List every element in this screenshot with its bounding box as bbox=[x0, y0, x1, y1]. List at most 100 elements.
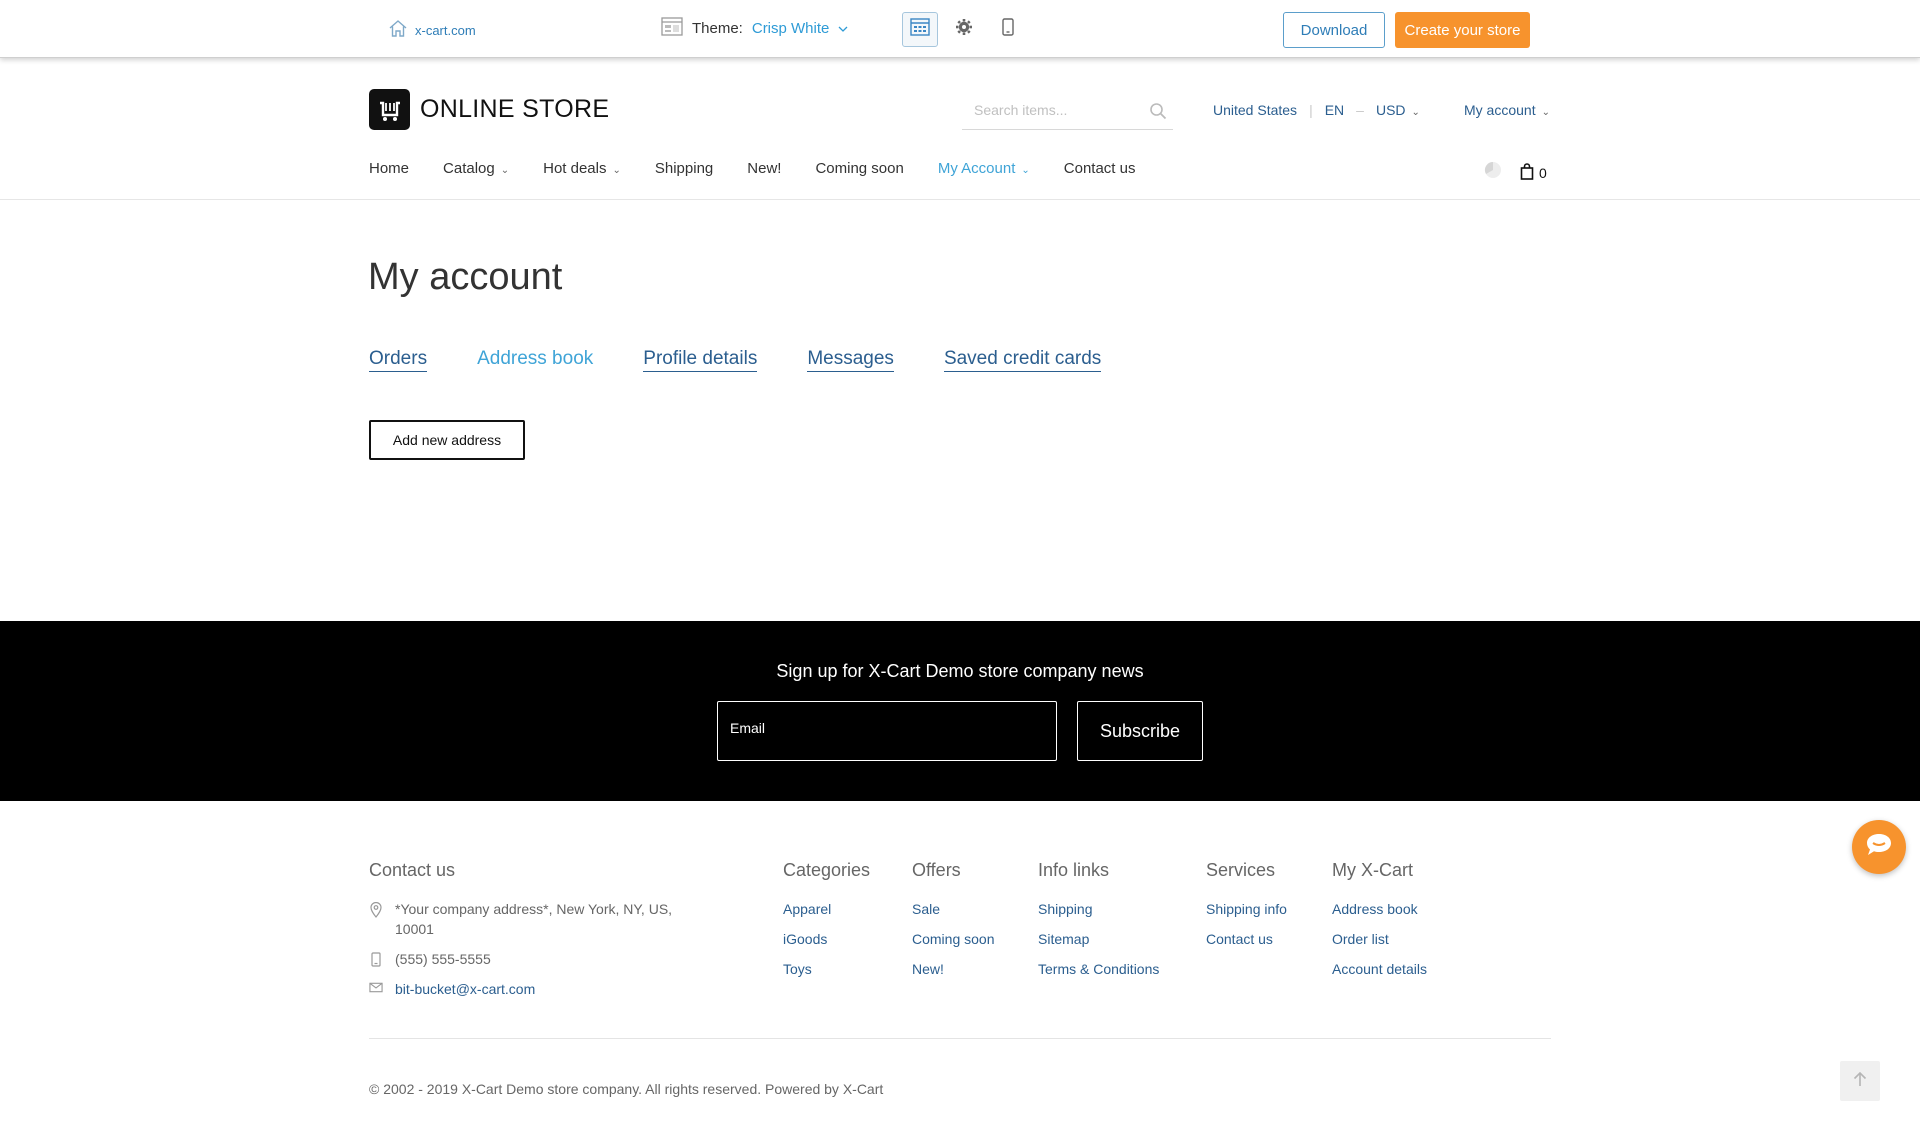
copyright-text: © 2002 - 2019 X-Cart Demo store company.… bbox=[369, 1081, 884, 1097]
home-link-label: x-cart.com bbox=[415, 22, 476, 38]
cart-count: 0 bbox=[1539, 164, 1547, 181]
contact-email: bit-bucket@x-cart.com bbox=[369, 979, 535, 999]
my-account-dropdown[interactable]: My account ⌄ bbox=[1464, 102, 1550, 118]
currency-value: USD bbox=[1375, 102, 1406, 118]
theme-icon bbox=[661, 17, 683, 40]
footer-link-shipping[interactable]: Shipping bbox=[1038, 901, 1093, 917]
tab-profile-details[interactable]: Profile details bbox=[643, 348, 758, 372]
header-divider bbox=[0, 199, 1920, 200]
nav-home[interactable]: Home bbox=[369, 160, 409, 177]
search-input[interactable] bbox=[962, 96, 1142, 124]
search-box bbox=[962, 96, 1173, 130]
nav-shipping[interactable]: Shipping bbox=[655, 160, 713, 177]
account-tabs: Orders Address book Profile details Mess… bbox=[369, 348, 1102, 372]
chevron-down-icon: ⌄ bbox=[1541, 107, 1550, 118]
country-selector[interactable]: United States bbox=[1213, 102, 1297, 118]
footer-link-sale[interactable]: Sale bbox=[912, 901, 940, 917]
divider: | bbox=[1309, 102, 1313, 118]
add-new-address-button[interactable]: Add new address bbox=[369, 420, 525, 460]
xcart-home-link[interactable]: x-cart.com bbox=[389, 20, 476, 40]
address-line-1: *Your company address*, New York, NY, US… bbox=[395, 901, 673, 917]
nav-contact-us[interactable]: Contact us bbox=[1064, 160, 1136, 177]
email-link[interactable]: bit-bucket@x-cart.com bbox=[395, 979, 535, 999]
newsletter-email-field[interactable]: Email bbox=[717, 701, 1057, 761]
nav-new[interactable]: New! bbox=[747, 160, 781, 177]
language-selector[interactable]: EN bbox=[1325, 102, 1344, 118]
footer-link-shipping-info[interactable]: Shipping info bbox=[1206, 901, 1287, 917]
download-button[interactable]: Download bbox=[1283, 12, 1385, 48]
footer-link-igoods[interactable]: iGoods bbox=[783, 931, 827, 947]
theme-value: Crisp White bbox=[751, 20, 830, 37]
cart-logo-icon bbox=[369, 89, 410, 130]
cart-button[interactable]: 0 bbox=[1520, 162, 1547, 183]
location-pin-icon bbox=[369, 899, 383, 918]
footer-link-order-list[interactable]: Order list bbox=[1332, 931, 1389, 947]
newsletter-title: Sign up for X-Cart Demo store company ne… bbox=[776, 661, 1144, 681]
nav-catalog-label: Catalog bbox=[443, 160, 495, 177]
mobile-view-button[interactable] bbox=[990, 12, 1026, 47]
home-icon bbox=[389, 20, 407, 40]
tab-address-book[interactable]: Address book bbox=[477, 348, 593, 372]
chevron-down-icon: ⌄ bbox=[1021, 165, 1030, 176]
address-text: *Your company address*, New York, NY, US… bbox=[395, 899, 672, 939]
footer-link-coming-soon[interactable]: Coming soon bbox=[912, 931, 995, 947]
currency-selector[interactable]: USD ⌄ bbox=[1376, 102, 1420, 118]
footer-link-toys[interactable]: Toys bbox=[783, 961, 812, 977]
header-actions: 0 bbox=[1484, 161, 1547, 184]
theme-label: Theme: bbox=[692, 20, 743, 37]
phone-icon bbox=[369, 949, 383, 967]
address-line-2: 10001 bbox=[395, 921, 434, 937]
footer-link-new[interactable]: New! bbox=[912, 961, 944, 977]
nav-my-account-label: My Account bbox=[937, 160, 1016, 177]
footer-link-contact-us[interactable]: Contact us bbox=[1206, 931, 1273, 947]
subscribe-button[interactable]: Subscribe bbox=[1077, 701, 1203, 761]
phone-text: (555) 555-5555 bbox=[395, 951, 491, 967]
chevron-down-icon: ⌄ bbox=[1411, 107, 1420, 118]
layout-view-button[interactable] bbox=[902, 12, 938, 47]
back-to-top-button[interactable] bbox=[1840, 1061, 1880, 1101]
loading-spinner-icon bbox=[1484, 161, 1502, 184]
main-navigation: Home Catalog ⌄ Hot deals ⌄ Shipping New! C… bbox=[369, 160, 1170, 177]
contact-address: *Your company address*, New York, NY, US… bbox=[369, 899, 672, 939]
footer-my-xcart-title: My X-Cart bbox=[1332, 860, 1413, 880]
logo-text: ONLINE STORE bbox=[420, 95, 610, 123]
layout-icon bbox=[910, 18, 930, 41]
locale-selector: United States | EN – USD ⌄ bbox=[1213, 102, 1420, 118]
nav-coming-soon[interactable]: Coming soon bbox=[815, 160, 903, 177]
page-title: My account bbox=[368, 256, 563, 298]
footer-link-terms[interactable]: Terms & Conditions bbox=[1038, 961, 1159, 977]
footer-offers-title: Offers bbox=[912, 860, 961, 880]
footer-link-sitemap[interactable]: Sitemap bbox=[1038, 931, 1089, 947]
footer-info-links-title: Info links bbox=[1038, 860, 1110, 880]
contact-phone: (555) 555-5555 bbox=[369, 949, 491, 969]
envelope-icon bbox=[369, 979, 383, 993]
nav-catalog[interactable]: Catalog ⌄ bbox=[443, 160, 509, 177]
view-tools bbox=[902, 12, 1026, 47]
settings-button[interactable] bbox=[946, 12, 982, 47]
divider: – bbox=[1356, 102, 1364, 118]
theme-selector[interactable]: Theme: Crisp White bbox=[661, 17, 848, 40]
footer-services-title: Services bbox=[1206, 860, 1276, 880]
nav-hot-deals[interactable]: Hot deals ⌄ bbox=[543, 160, 621, 177]
nav-my-account[interactable]: My Account ⌄ bbox=[938, 160, 1030, 177]
demo-toolbar: x-cart.com Theme: Crisp White Download C… bbox=[0, 0, 1920, 58]
footer-divider bbox=[369, 1038, 1551, 1039]
footer-contact-title: Contact us bbox=[369, 860, 456, 880]
footer-link-account-details[interactable]: Account details bbox=[1332, 961, 1427, 977]
create-store-button[interactable]: Create your store bbox=[1395, 12, 1530, 48]
tab-messages[interactable]: Messages bbox=[807, 348, 894, 372]
search-icon[interactable] bbox=[1149, 102, 1167, 125]
footer-link-address-book[interactable]: Address book bbox=[1332, 901, 1418, 917]
chevron-down-icon bbox=[838, 20, 848, 37]
store-logo[interactable]: ONLINE STORE bbox=[369, 89, 609, 130]
tab-orders[interactable]: Orders bbox=[369, 348, 428, 372]
footer-link-apparel[interactable]: Apparel bbox=[783, 901, 831, 917]
my-account-label: My account bbox=[1464, 102, 1536, 118]
mobile-icon bbox=[1002, 18, 1014, 41]
shopping-bag-icon bbox=[1520, 162, 1534, 183]
chevron-down-icon: ⌄ bbox=[612, 165, 621, 176]
live-chat-button[interactable] bbox=[1852, 820, 1906, 874]
tab-saved-credit-cards[interactable]: Saved credit cards bbox=[943, 348, 1102, 372]
newsletter-section: Sign up for X-Cart Demo store company ne… bbox=[0, 621, 1920, 801]
nav-hot-deals-label: Hot deals bbox=[543, 160, 607, 177]
